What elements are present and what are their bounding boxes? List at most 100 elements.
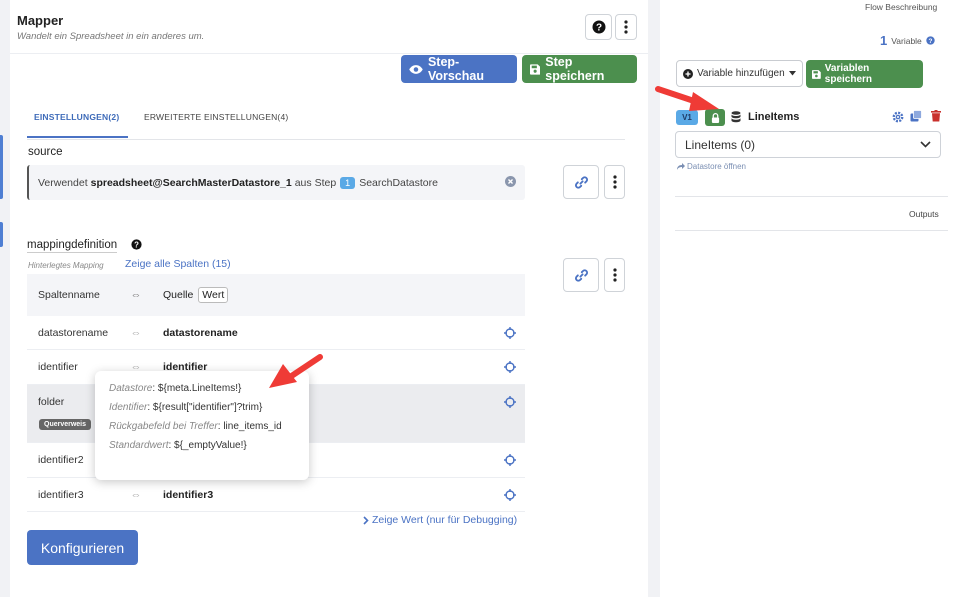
tooltip-key: Standardwert bbox=[109, 440, 169, 451]
tabs-divider bbox=[27, 139, 625, 140]
tooltip-value: ${result["identifier"]?trim} bbox=[152, 402, 263, 413]
clear-source-button[interactable] bbox=[505, 176, 516, 187]
mapping-hint: Hinterlegtes Mapping bbox=[28, 261, 104, 270]
crosshair-icon bbox=[504, 454, 516, 466]
variable-count-label: Variable bbox=[891, 35, 922, 46]
source-field: Verwendet spreadsheet@SearchMasterDatast… bbox=[27, 165, 525, 200]
eye-icon bbox=[409, 64, 423, 74]
source-variable: spreadsheet@SearchMasterDatastore_1 bbox=[90, 176, 292, 189]
crosshair-icon bbox=[504, 396, 516, 408]
source-link-button[interactable] bbox=[563, 165, 599, 199]
vertical-dots-icon bbox=[624, 20, 628, 34]
step-save-label: Step speichern bbox=[545, 55, 605, 83]
source-text-prefix: Verwendet bbox=[38, 176, 88, 189]
mapping-help-button[interactable]: ? bbox=[131, 239, 142, 250]
link-icon bbox=[574, 175, 588, 189]
plus-circle-icon bbox=[683, 68, 693, 79]
variable-delete-button[interactable] bbox=[931, 110, 941, 122]
header-wert-tag[interactable]: Wert bbox=[198, 287, 229, 303]
variable-select-value: LineItems (0) bbox=[685, 137, 756, 152]
step-preview-label: Step-Vorschau bbox=[427, 55, 484, 83]
add-variable-button[interactable]: Variable hinzufügen bbox=[676, 60, 803, 87]
share-arrow-icon bbox=[677, 163, 685, 170]
tooltip-line-identifier: Identifier: ${result["identifier"]?trim} bbox=[109, 402, 263, 413]
crosshair-icon bbox=[504, 488, 516, 501]
question-circle-icon: ? bbox=[592, 20, 605, 34]
row-equiv: ⇔ bbox=[130, 326, 142, 339]
page-subtitle: Wandelt ein Spreadsheet in ein anderes u… bbox=[17, 31, 205, 42]
variable-copy-button[interactable] bbox=[910, 110, 922, 122]
tooltip-value: ${_emptyValue!} bbox=[174, 440, 247, 451]
mapping-label: mappingdefinition bbox=[27, 239, 118, 253]
row-name: identifier3 bbox=[38, 488, 84, 501]
svg-text:?: ? bbox=[134, 240, 139, 249]
variable-settings-button[interactable] bbox=[892, 111, 904, 123]
tooltip-line-default: Standardwert: ${_emptyValue!} bbox=[109, 440, 247, 451]
question-circle-icon: ? bbox=[926, 36, 935, 45]
show-all-columns-link[interactable]: Zeige alle Spalten (15) bbox=[125, 258, 231, 270]
chevron-down-icon bbox=[920, 141, 931, 148]
mapping-link-button[interactable] bbox=[563, 258, 599, 292]
right-divider bbox=[675, 196, 948, 197]
tooltip-key: Rückgabefeld bei Treffer bbox=[109, 421, 218, 432]
tooltip-key: Identifier bbox=[109, 402, 148, 413]
help-button[interactable]: ? bbox=[585, 14, 612, 40]
step-preview-button[interactable]: Step-Vorschau bbox=[401, 55, 517, 83]
lock-icon bbox=[711, 112, 719, 123]
crosshair-icon bbox=[504, 326, 516, 339]
debug-value-link[interactable]: Zeige Wert (nur für Debugging) bbox=[363, 514, 517, 526]
crosshair-icon bbox=[504, 361, 516, 373]
variable-count-number: 1 bbox=[880, 33, 888, 48]
source-label: source bbox=[28, 146, 63, 158]
table-row: datastorename ⇔ datastorename bbox=[27, 316, 525, 350]
row-target-button[interactable] bbox=[495, 396, 525, 408]
row-target-button[interactable] bbox=[495, 454, 525, 466]
header-spaltenname: Spaltenname bbox=[38, 289, 100, 301]
tab-einstellungen[interactable]: EINSTELLUNGEN(2) bbox=[34, 112, 119, 122]
open-datastore-link[interactable]: Datastore öffnen bbox=[677, 162, 746, 171]
tooltip-value: ${meta.LineItems!} bbox=[157, 383, 242, 394]
left-strip-marker bbox=[0, 222, 3, 247]
vertical-dots-icon bbox=[612, 175, 617, 189]
row-target-button[interactable] bbox=[495, 326, 525, 339]
annotation-arrow-icon bbox=[269, 354, 323, 388]
header-quelle-label: Quelle bbox=[163, 289, 194, 301]
variable-select[interactable]: LineItems (0) bbox=[675, 131, 941, 158]
step-save-button[interactable]: Step speichern bbox=[522, 55, 637, 83]
debug-value-label: Zeige Wert (nur für Debugging) bbox=[372, 514, 518, 526]
row-value: identifier3 bbox=[163, 488, 214, 501]
configure-button[interactable]: Konfigurieren bbox=[27, 530, 138, 565]
row-target-button[interactable] bbox=[495, 361, 525, 373]
trash-icon bbox=[931, 110, 941, 122]
tab-erweiterte-einstellungen[interactable]: ERWEITERTE EINSTELLUNGEN(4) bbox=[144, 112, 288, 122]
save-variables-button[interactable]: Variablen speichern bbox=[806, 60, 923, 88]
svg-text:?: ? bbox=[595, 23, 601, 34]
querverweis-badge[interactable]: Querverweis bbox=[39, 419, 92, 430]
source-text-mid: aus Step bbox=[294, 176, 337, 189]
mapping-header-row: Spaltenname ⇔ Quelle Wert bbox=[27, 274, 525, 316]
outputs-label: Outputs bbox=[909, 209, 939, 219]
header-quelle: Quelle Wert bbox=[155, 287, 525, 303]
svg-text:?: ? bbox=[928, 38, 932, 45]
link-icon bbox=[574, 268, 588, 282]
mapping-menu-button[interactable] bbox=[604, 258, 625, 292]
active-tab-indicator bbox=[27, 136, 128, 138]
table-row: identifier3 ⇔ identifier3 bbox=[27, 478, 525, 512]
caret-down-icon bbox=[788, 71, 796, 76]
left-strip bbox=[0, 0, 10, 597]
floppy-disk-icon bbox=[812, 69, 821, 79]
add-variable-label: Variable hinzufügen bbox=[697, 68, 785, 79]
question-circle-icon: ? bbox=[131, 239, 142, 250]
save-variables-label: Variablen speichern bbox=[824, 63, 873, 85]
source-step-name: SearchDatastore bbox=[359, 176, 438, 189]
left-strip-marker bbox=[0, 135, 3, 199]
open-datastore-label: Datastore öffnen bbox=[687, 162, 747, 171]
vertical-dots-icon bbox=[612, 268, 617, 282]
source-menu-button[interactable] bbox=[604, 165, 625, 199]
menu-button[interactable] bbox=[615, 14, 637, 40]
chevron-right-icon bbox=[363, 515, 369, 525]
variable-name: LineItems bbox=[748, 111, 800, 123]
row-equiv: ⇔ bbox=[130, 488, 142, 501]
row-target-button[interactable] bbox=[495, 488, 525, 501]
header-equiv: ⇔ bbox=[130, 289, 142, 301]
